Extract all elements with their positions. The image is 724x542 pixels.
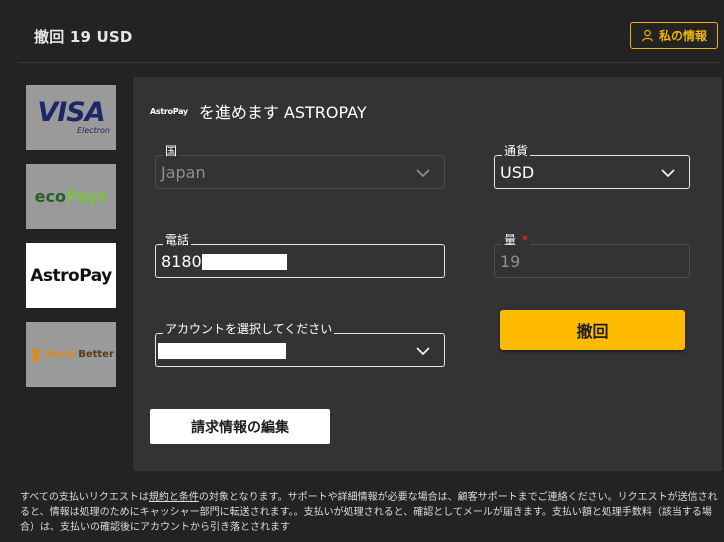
muchbetter-logo: Much Better — [28, 347, 114, 363]
phone-value: 8180 — [161, 252, 202, 271]
astropay-small-logo: AstroPay — [150, 106, 188, 116]
redacted-account-block — [158, 343, 286, 359]
method-astropay[interactable]: AstroPay — [26, 243, 116, 308]
panel-header: AstroPay を進めます ASTROPAY — [150, 99, 367, 123]
panel-title: を進めます ASTROPAY — [198, 103, 367, 122]
terms-link[interactable]: 規約と条件 — [149, 492, 199, 503]
phone-input[interactable]: 電話 8180 — [155, 233, 445, 278]
account-select[interactable]: アカウントを選択してください — [155, 322, 445, 367]
chevron-down-icon — [661, 169, 675, 178]
currency-select[interactable]: 通貨 USD — [494, 144, 690, 189]
redacted-phone-block — [202, 254, 287, 270]
chevron-down-icon — [416, 169, 430, 178]
astropay-form-panel: AstroPay を進めます ASTROPAY 国 Japan 通貨 USD 電… — [133, 77, 722, 471]
chevron-down-icon — [416, 347, 430, 356]
method-visa-electron[interactable]: VISA Electron — [26, 85, 116, 150]
amount-label: 量 * — [502, 233, 531, 247]
ecopayz-logo: ecoPayz — [34, 187, 108, 206]
edit-billing-button[interactable]: 請求情報の編集 — [150, 409, 330, 444]
account-label: アカウントを選択してください — [163, 322, 335, 336]
country-value: Japan — [161, 163, 206, 182]
withdraw-button[interactable]: 撤回 — [500, 310, 685, 350]
country-select[interactable]: 国 Japan — [155, 144, 445, 189]
my-info-button[interactable]: 私の情報 — [629, 22, 718, 49]
astropay-logo: AstroPay — [30, 265, 112, 286]
footer-disclaimer: すべての支払いリクエストは規約と条件の対象となります。サポートや詳細情報が必要な… — [20, 492, 718, 533]
modal-title: 撤回 19 USD — [34, 28, 133, 46]
visa-logo-text: VISA — [37, 96, 105, 128]
currency-value: USD — [500, 163, 535, 182]
my-info-label: 私の情報 — [658, 29, 707, 43]
method-ecopayz[interactable]: ecoPayz — [26, 164, 116, 229]
method-muchbetter[interactable]: Much Better — [26, 322, 116, 387]
modal-header: 撤回 19 USD 私の情報 — [18, 0, 720, 63]
visa-logo-subtext: Electron — [77, 125, 110, 135]
amount-input[interactable]: 量 * 19 — [494, 233, 690, 278]
amount-value: 19 — [500, 252, 521, 271]
required-mark: * — [522, 233, 529, 247]
payment-method-list: VISA Electron ecoPayz AstroPay Much Bette… — [26, 85, 116, 401]
withdraw-modal: 撤回 19 USD 私の情報 VISA Electron ecoPayz Ast… — [0, 0, 724, 542]
country-label: 国 — [163, 144, 180, 158]
user-icon — [642, 29, 653, 42]
currency-label: 通貨 — [502, 144, 531, 158]
phone-label: 電話 — [163, 233, 192, 247]
muchbetter-icon — [31, 348, 41, 361]
